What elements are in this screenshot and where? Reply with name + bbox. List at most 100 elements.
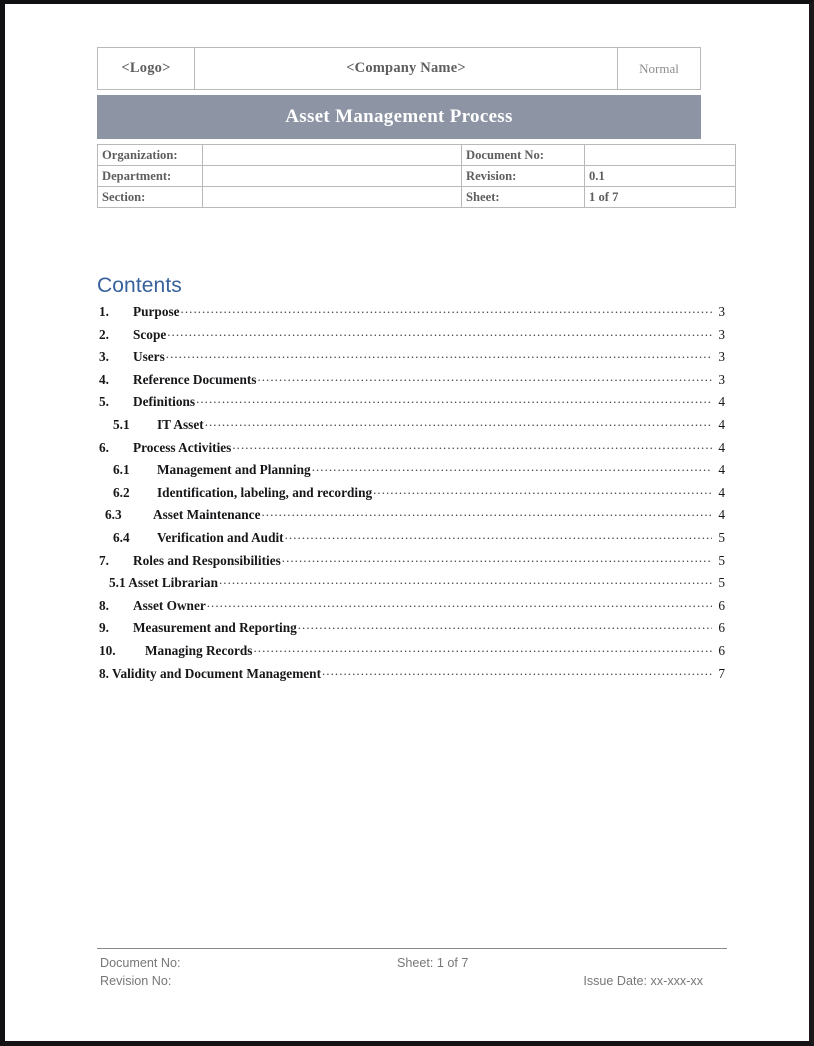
company-name-cell: <Company Name> (194, 47, 618, 90)
toc-entry[interactable]: 7. Roles and Responsibilities 5 (97, 552, 725, 575)
toc-entry-number: 6.3 (105, 507, 122, 523)
toc-entry-number: 7. (99, 552, 109, 568)
toc-entry[interactable]: 8. Validity and Document Management 7 (97, 665, 725, 688)
contents-heading: Contents (97, 274, 182, 297)
toc-entry[interactable]: 5.1 IT Asset 4 (97, 416, 725, 439)
toc-entry-label: Definitions (133, 394, 196, 410)
toc-entry-label: Purpose (133, 304, 180, 319)
document-info-table: Organization: Document No: Department: R… (97, 144, 736, 208)
toc-entry[interactable]: 5. Definitions 4 (97, 393, 725, 416)
toc-leader-dots (312, 461, 712, 474)
toc-entry-label: IT Asset (157, 416, 204, 432)
toc-entry-label: Measurement and Reporting (133, 620, 297, 636)
toc-entry-number: 6.4 (113, 529, 130, 545)
toc-entry-number: 9. (99, 620, 109, 636)
toc-entry-label: Identification, labeling, and recording (157, 484, 373, 500)
sheet-value[interactable]: 1 of 7 (584, 186, 736, 208)
revision-value[interactable]: 0.1 (584, 165, 736, 187)
toc-entry[interactable]: 1. Purpose 3 (97, 303, 725, 326)
toc-leader-dots (322, 665, 712, 678)
toc-entry-label: Asset Maintenance (153, 507, 261, 523)
page-sheet: <Logo> <Company Name> Normal Asset Manag… (5, 4, 809, 1041)
toc-entry-page: 3 (718, 349, 725, 365)
toc-entry[interactable]: 6.3 Asset Maintenance 4 (97, 506, 725, 529)
toc-leader-dots (282, 552, 712, 565)
section-label: Section: (97, 186, 203, 208)
document-no-value[interactable] (584, 144, 736, 166)
toc-entry-label: Scope (133, 326, 167, 342)
toc-entry[interactable]: 4. Reference Documents 3 (97, 371, 725, 394)
toc-entry-label: Verification and Audit (157, 529, 284, 545)
department-value[interactable] (202, 165, 462, 187)
page-footer: Document No: Sheet: 1 of 7 Revision No: … (97, 948, 727, 994)
toc-leader-dots (253, 642, 712, 655)
footer-divider (97, 948, 727, 949)
toc-entry[interactable]: 5.1 Asset Librarian 5 (97, 574, 725, 597)
toc-entry[interactable]: 6.2 Identification, labeling, and recordi… (97, 484, 725, 507)
toc-entry[interactable]: 6.1 Management and Planning 4 (97, 461, 725, 484)
table-of-contents: 1. Purpose 3 2. Scope 3 3. Users 3 4. Reference Do… (97, 303, 725, 687)
toc-entry-number: 6.1 (113, 462, 130, 478)
toc-entry-page: 4 (718, 439, 725, 455)
toc-entry-number: 4. (99, 371, 109, 387)
toc-entry-page: 6 (718, 642, 725, 658)
title-banner: Asset Management Process (97, 95, 701, 139)
toc-entry-label: Management and Planning (157, 462, 311, 478)
sheet-label: Sheet: (461, 186, 585, 208)
section-value[interactable] (202, 186, 462, 208)
toc-leader-dots (205, 416, 712, 429)
toc-entry[interactable]: 6.4 Verification and Audit 5 (97, 529, 725, 552)
toc-leader-dots (219, 574, 712, 587)
toc-entry-page: 4 (718, 462, 725, 478)
toc-leader-dots (196, 393, 712, 406)
toc-entry-page: 7 (718, 665, 725, 681)
toc-entry-page: 3 (718, 371, 725, 387)
toc-leader-dots (285, 529, 712, 542)
page-title: Asset Management Process (285, 106, 513, 127)
page-content: <Logo> <Company Name> Normal Asset Manag… (97, 47, 736, 687)
toc-leader-dots (298, 619, 712, 632)
toc-leader-dots (261, 506, 712, 519)
organization-label: Organization: (97, 144, 203, 166)
logo-cell: <Logo> (97, 47, 195, 90)
toc-entry[interactable]: 9. Measurement and Reporting 6 (97, 619, 725, 642)
toc-entry-label: Process Activities (133, 439, 232, 455)
footer-revision-no: Revision No: (100, 974, 172, 988)
toc-entry-number: 1. (99, 304, 109, 319)
toc-entry[interactable]: 2. Scope 3 (97, 326, 725, 349)
toc-entry-number: 6.2 (113, 484, 130, 500)
toc-leader-dots (166, 348, 712, 361)
toc-entry-number: 5.1 (113, 416, 130, 432)
toc-entry[interactable]: 3. Users 3 (97, 348, 725, 371)
toc-entry-page: 3 (718, 326, 725, 342)
toc-entry-number: 3. (99, 349, 109, 365)
toc-entry[interactable]: 8. Asset Owner 6 (97, 597, 725, 620)
toc-entry-page: 6 (718, 597, 725, 613)
toc-entry-page: 3 (718, 304, 725, 319)
toc-entry-label: Managing Records (145, 642, 253, 658)
toc-entry[interactable]: 10. Managing Records 6 (97, 642, 725, 665)
toc-entry[interactable]: 6. Process Activities 4 (97, 439, 725, 462)
footer-sheet: Sheet: 1 of 7 (397, 956, 469, 970)
toc-entry-number: 5. (99, 394, 109, 410)
document-no-label: Document No: (461, 144, 585, 166)
toc-leader-dots (207, 597, 712, 610)
table-row: Organization: Document No: (97, 144, 736, 166)
footer-issue-date: Issue Date: xx-xxx-xx (583, 974, 703, 988)
toc-entry-page: 5 (718, 529, 725, 545)
toc-entry-number: 8. (99, 597, 109, 613)
toc-entry-page: 4 (718, 394, 725, 410)
table-row: Section: Sheet: 1 of 7 (97, 186, 736, 208)
footer-document-no: Document No: (100, 956, 181, 970)
department-label: Department: (97, 165, 203, 187)
toc-entry-label: Users (133, 349, 165, 365)
document-page: <Logo> <Company Name> Normal Asset Manag… (0, 0, 814, 1046)
organization-value[interactable] (202, 144, 462, 166)
toc-entry-page: 4 (718, 416, 725, 432)
toc-entry-page: 5 (718, 552, 725, 568)
toc-entry-number: 2. (99, 326, 109, 342)
document-header-table: <Logo> <Company Name> Normal (97, 47, 701, 90)
toc-entry-label: Roles and Responsibilities (133, 552, 281, 568)
toc-entry-label: 5.1 Asset Librarian (109, 575, 218, 591)
toc-entry-page: 5 (718, 575, 725, 591)
